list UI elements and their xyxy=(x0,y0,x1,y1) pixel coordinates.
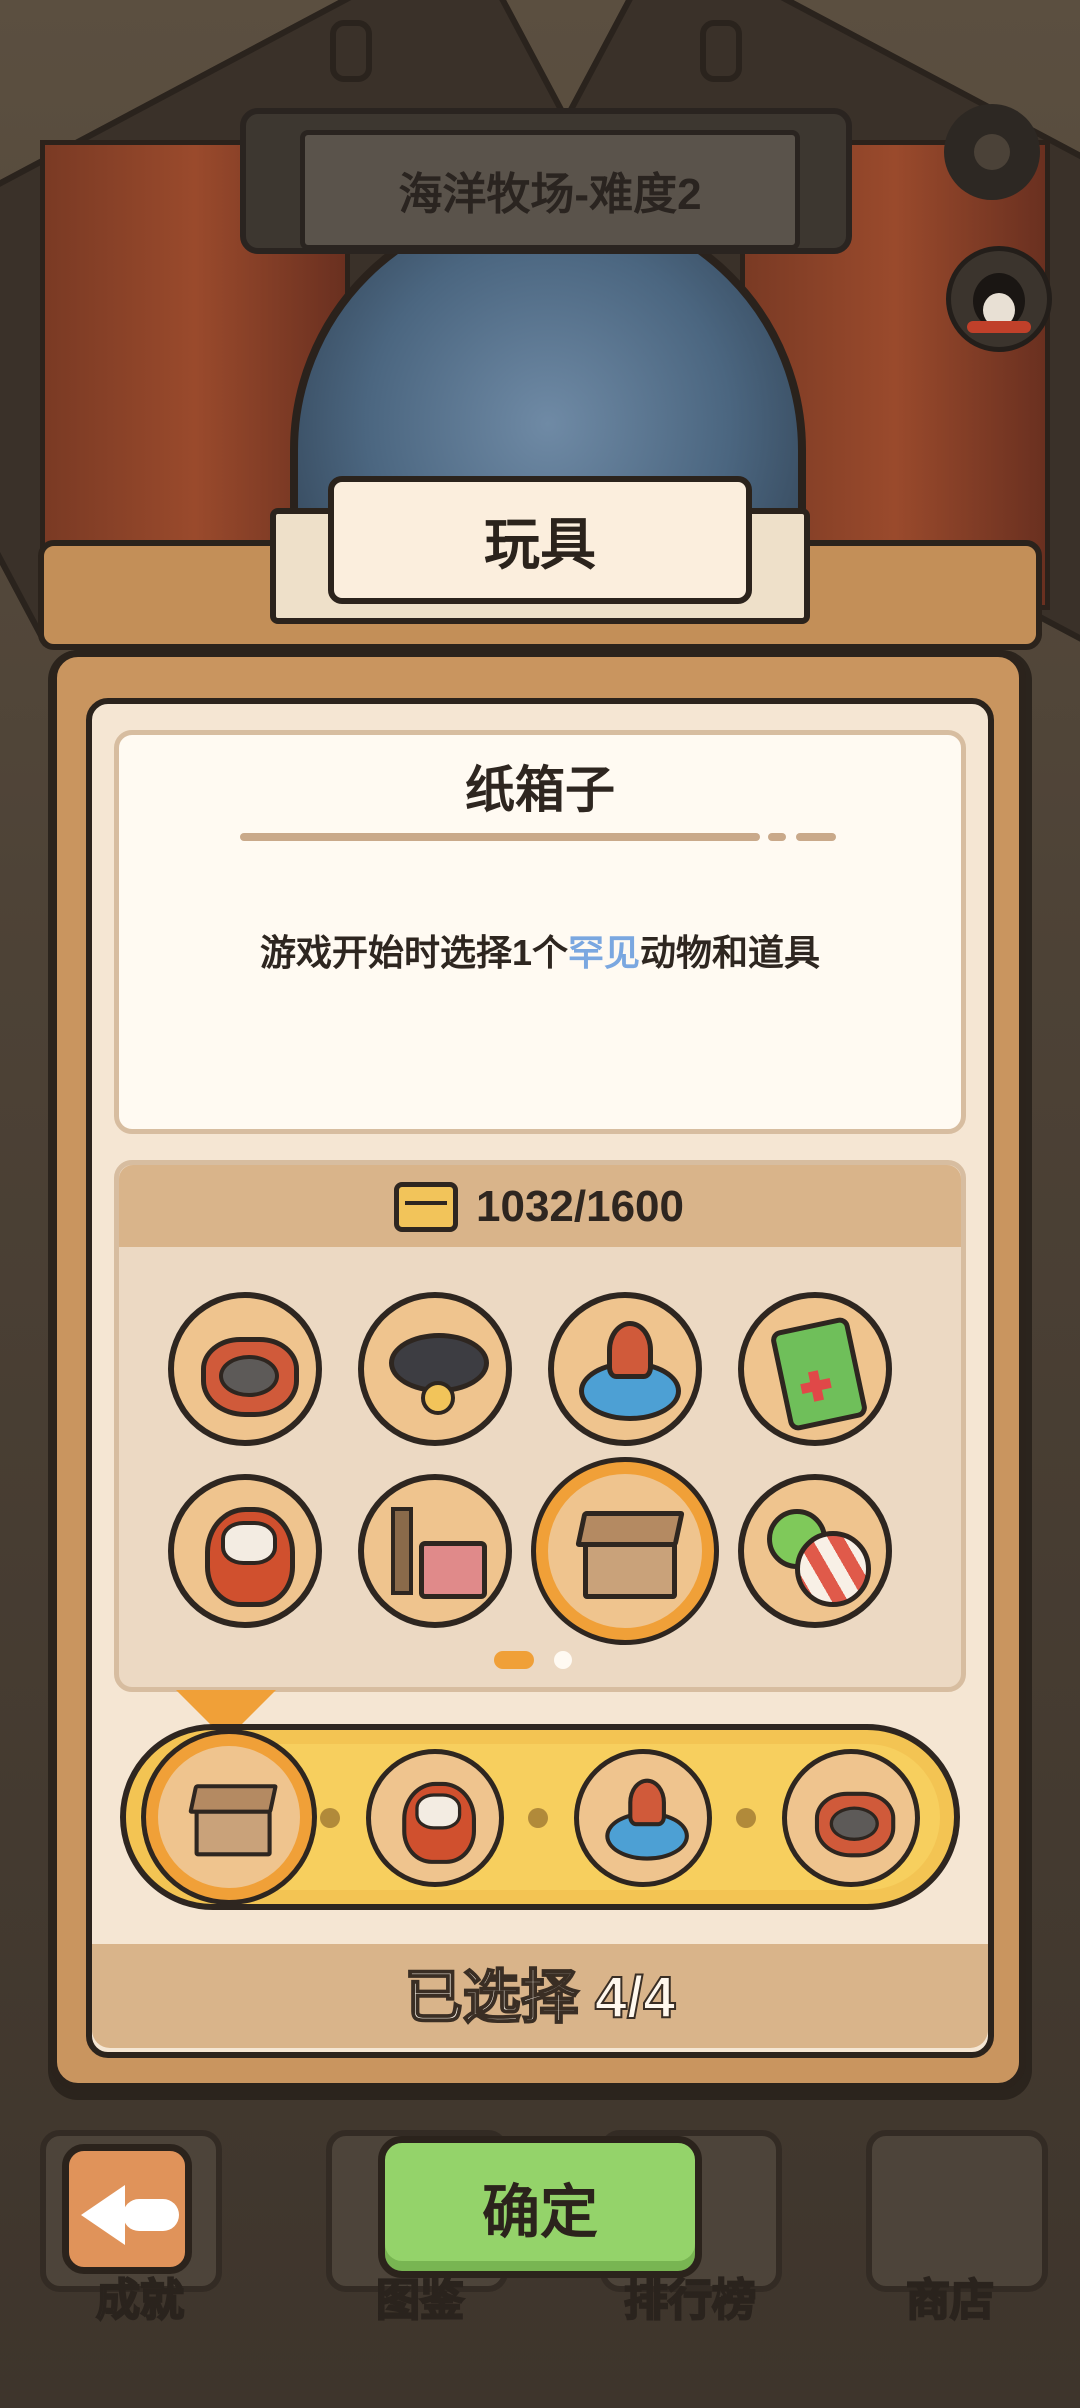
slot-separator xyxy=(736,1808,756,1828)
item-description: 游戏开始时选择1个罕见动物和道具 xyxy=(240,922,840,984)
balls-icon xyxy=(765,1501,871,1607)
storage-box-icon xyxy=(394,1182,458,1232)
chain-right xyxy=(700,20,742,82)
description-text: 游戏开始时选择1个 xyxy=(259,932,568,973)
avatar[interactable] xyxy=(946,246,1052,352)
bowl-icon xyxy=(195,1319,299,1419)
avatar-scarf xyxy=(967,321,1031,333)
nav-shop[interactable]: 商店 xyxy=(840,2264,1060,2328)
inventory-count: 1032/1600 xyxy=(476,1182,684,1231)
divider-dash xyxy=(796,833,836,841)
page-dot-active[interactable] xyxy=(494,1651,534,1669)
back-arrow-icon xyxy=(81,2185,125,2245)
slot-separator xyxy=(528,1808,548,1828)
cat-doll-icon xyxy=(394,1777,476,1864)
gear-icon[interactable] xyxy=(944,104,1040,200)
toy-item-cat-doll[interactable] xyxy=(168,1474,322,1628)
level-title: 海洋牧场-难度2 xyxy=(300,130,800,250)
rarity-highlight: 罕见 xyxy=(568,932,641,973)
toy-item-cardboard-box-selected[interactable] xyxy=(536,1462,714,1640)
selected-slot-3[interactable] xyxy=(574,1749,712,1887)
selected-slot-1[interactable] xyxy=(146,1734,312,1900)
selected-slot-4[interactable] xyxy=(782,1749,920,1887)
item-name: 纸箱子 xyxy=(465,762,615,818)
chain-left xyxy=(330,20,372,82)
panel-title: 玩具 xyxy=(328,476,752,604)
cardboard-box-icon xyxy=(188,1776,272,1858)
selected-slot-2[interactable] xyxy=(366,1749,504,1887)
toy-item-spinner[interactable] xyxy=(548,1292,702,1446)
inventory-counter: 1032/1600 xyxy=(394,1176,684,1238)
bowl-icon xyxy=(810,1777,896,1859)
divider-dash xyxy=(768,833,786,841)
toy-item-collar[interactable] xyxy=(358,1292,512,1446)
spinner-toy-icon xyxy=(602,1777,689,1861)
cat-tree-icon xyxy=(385,1501,487,1601)
back-button[interactable] xyxy=(62,2144,192,2274)
page-dot[interactable] xyxy=(554,1651,572,1669)
spinner-toy-icon xyxy=(575,1319,681,1421)
selection-count: 已选择 4/4 xyxy=(404,1964,677,2031)
slot-separator xyxy=(320,1808,340,1828)
cardboard-box-icon xyxy=(575,1501,677,1601)
toy-item-game-console[interactable] xyxy=(738,1292,892,1446)
divider xyxy=(240,833,760,841)
back-arrow-bar xyxy=(123,2199,179,2231)
toy-item-cat-tree[interactable] xyxy=(358,1474,512,1628)
toy-item-balls[interactable] xyxy=(738,1474,892,1628)
description-text: 动物和道具 xyxy=(640,932,821,973)
cat-doll-icon xyxy=(195,1501,295,1607)
confirm-button[interactable]: 确定 xyxy=(378,2136,702,2278)
game-console-icon xyxy=(765,1319,865,1419)
collar-icon xyxy=(385,1319,489,1419)
toy-item-bowl[interactable] xyxy=(168,1292,322,1446)
